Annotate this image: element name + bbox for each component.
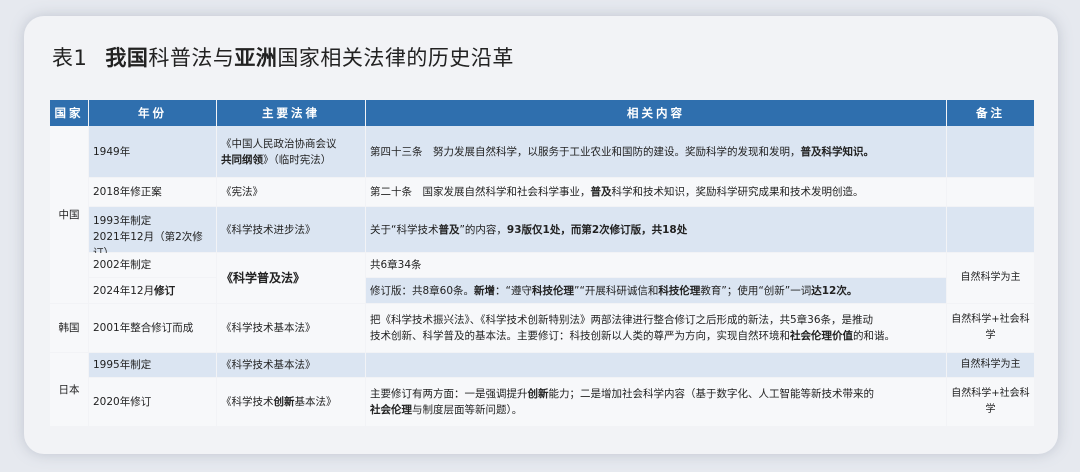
year-text: 2024年12月 <box>93 284 155 297</box>
law-line: 》（临时宪法） <box>263 154 332 166</box>
title-text-2: 国家相关法律的历史沿革 <box>277 46 514 70</box>
note-cell <box>947 207 1034 252</box>
law-line: 《中国人民政治协商会议 <box>221 138 337 150</box>
content-bold: 科技伦理 <box>658 284 701 297</box>
note-cell <box>947 126 1034 177</box>
table-number: 表1 <box>52 46 88 70</box>
content-text: 第二十条 国家发展自然科学和社会科学事业， <box>370 186 591 198</box>
year-cell: 1995年制定 <box>89 353 216 377</box>
table-title: 表1 我国科普法与亚洲国家相关法律的历史沿革 <box>52 42 514 72</box>
law-cell: 《中国人民政治协商会议 共同纲领》（临时宪法） <box>217 126 365 177</box>
content-bold: 普及 <box>438 223 460 236</box>
content-bold: 普及 <box>590 186 612 198</box>
content-text: ：“遵守 <box>495 284 532 297</box>
content-text: 主要修订有两方面：一是强调提升 <box>370 388 528 400</box>
content-bold: 社会伦理价值 <box>790 330 853 342</box>
country-korea: 韩国 <box>50 304 88 352</box>
content-bold: 新增 <box>474 284 496 297</box>
content-bold: 达12次。 <box>811 284 858 297</box>
note-cell: 自然科学+社会科学 <box>947 378 1034 426</box>
country-japan: 日本 <box>50 353 88 426</box>
title-text-1: 科普法与 <box>148 46 235 70</box>
content-text: 技术创新、科学普及的基本法。主要修订：科技创新以人类的尊严为方向，实现自然环境和 <box>370 330 790 342</box>
year-cell: 2024年12月修订 <box>89 278 216 303</box>
header-note: 备注 <box>947 100 1034 126</box>
header-country: 国家 <box>50 100 88 126</box>
content-text: 能力；二是增加社会科学内容（基于数字化、人工智能等新技术带来的 <box>548 388 875 400</box>
law-cell: 《科学技术基本法》 <box>217 353 365 377</box>
content-cell: 关于“科学技术普及”的内容，93版仅1处，而第2次修订版，共18处 <box>366 207 946 252</box>
content-text: 修订版：共8章60条。 <box>370 284 475 297</box>
content-text: 教育”；使用“创新”一词 <box>700 284 812 297</box>
content-text: ”“开展科研诚信和 <box>574 284 659 297</box>
header-law: 主要法律 <box>217 100 365 126</box>
title-bold-2: 亚洲 <box>234 46 278 70</box>
title-bold-1: 我国 <box>105 46 149 70</box>
law-cell: 《科学技术基本法》 <box>217 304 365 352</box>
content-text: ”的内容， <box>459 223 507 236</box>
law-cell: 《宪法》 <box>217 178 365 206</box>
header-content: 相关内容 <box>366 100 946 126</box>
year-cell: 2020年修订 <box>89 378 216 426</box>
law-cell: 《科学技术进步法》 <box>217 207 365 252</box>
law-text: 基本法》 <box>294 396 337 408</box>
content-text: 科学和技术知识，奖励科学研究成果和技术发明创造。 <box>611 186 864 198</box>
card: 表1 我国科普法与亚洲国家相关法律的历史沿革 国家 年份 主要法律 相关内容 备注… <box>24 16 1058 454</box>
content-cell: 主要修订有两方面：一是强调提升创新能力；二是增加社会科学内容（基于数字化、人工智… <box>366 378 946 426</box>
history-table: 国家 年份 主要法律 相关内容 备注 中国 韩国 日本 1949年 《中国人民政… <box>50 100 1034 426</box>
note-cell <box>947 178 1034 206</box>
note-cell: 自然科学为主 <box>947 353 1034 377</box>
year-line: 1993年制定 <box>93 215 152 227</box>
law-bold: 共同纲领 <box>221 154 263 166</box>
year-cell: 2018年修正案 <box>89 178 216 206</box>
year-cell: 1949年 <box>89 126 216 177</box>
content-bold: 社会伦理 <box>370 404 412 416</box>
content-bold: 科技伦理 <box>532 284 574 297</box>
law-text: 《科学技术 <box>221 396 274 408</box>
content-text: 关于“科学技术 <box>370 223 439 236</box>
law-cell: 《科学技术创新基本法》 <box>217 378 365 426</box>
note-cell: 自然科学+社会科学 <box>947 304 1034 352</box>
law-cell: 《科学普及法》 <box>217 253 365 303</box>
content-bold: 普及科学知识。 <box>800 145 875 158</box>
content-text: 与制度层面等新问题）。 <box>412 404 523 416</box>
year-cell: 2001年整合修订而成 <box>89 304 216 352</box>
year-bold: 修订 <box>154 284 176 297</box>
year-cell: 1993年制定 2021年12月（第2次修订） <box>89 207 216 259</box>
content-cell: 修订版：共8章60条。新增：“遵守科技伦理”“开展科研诚信和科技伦理教育”；使用… <box>366 278 946 303</box>
content-cell: 第二十条 国家发展自然科学和社会科学事业，普及科学和技术知识，奖励科学研究成果和… <box>366 178 946 206</box>
content-bold: 创新 <box>527 388 549 400</box>
year-cell: 2002年制定 <box>89 253 216 277</box>
content-cell <box>366 353 946 377</box>
content-cell: 第四十三条 努力发展自然科学，以服务于工业农业和国防的建设。奖励科学的发现和发明… <box>366 126 946 177</box>
content-text: 第四十三条 努力发展自然科学，以服务于工业农业和国防的建设。奖励科学的发现和发明… <box>370 145 801 158</box>
content-cell: 把《科学技术振兴法》、《科学技术创新特别法》两部法律进行整合修订之后形成的新法，… <box>366 304 946 352</box>
content-cell: 共6章34条 <box>366 253 946 277</box>
content-line: 把《科学技术振兴法》、《科学技术创新特别法》两部法律进行整合修订之后形成的新法，… <box>370 314 874 326</box>
content-bold: 93版仅1处，而第2次修订版，共18处 <box>506 223 688 236</box>
content-text: 的和谐。 <box>853 330 895 342</box>
header-year: 年份 <box>89 100 216 126</box>
country-china: 中国 <box>50 126 88 303</box>
note-cell: 自然科学为主 <box>947 253 1034 303</box>
law-bold: 创新 <box>273 396 295 408</box>
